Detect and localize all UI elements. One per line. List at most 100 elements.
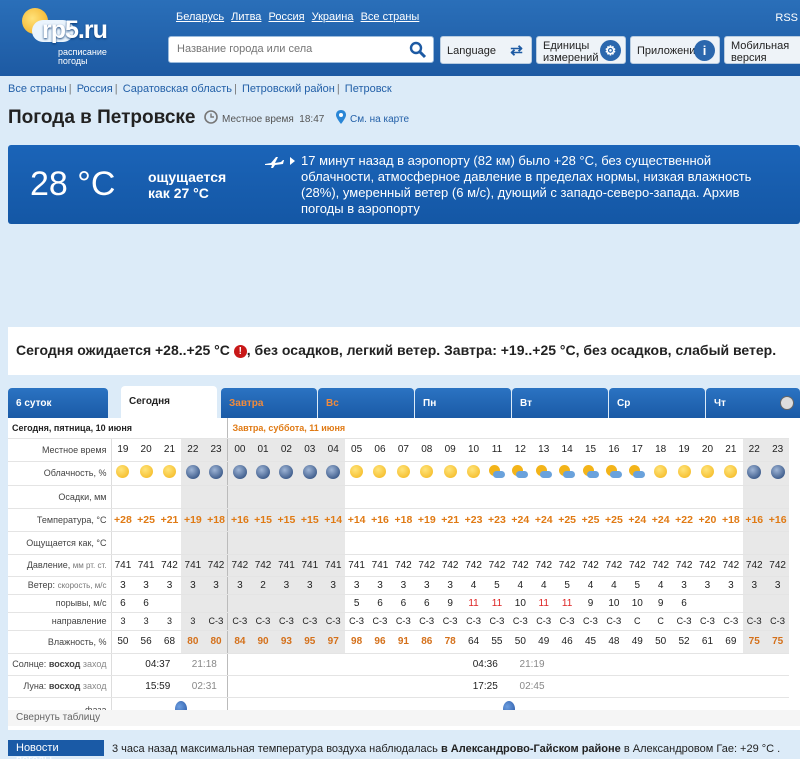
- humidity-cell: 90: [251, 630, 275, 654]
- humidity-cell: 68: [157, 630, 182, 654]
- search-icon[interactable]: [409, 41, 427, 59]
- language-button[interactable]: Language ⇄: [440, 36, 532, 64]
- humidity-cell: 75: [742, 630, 766, 654]
- breadcrumb-district[interactable]: Петровский район: [242, 83, 335, 95]
- precip-cell: [508, 485, 533, 509]
- airport-report[interactable]: 17 минут назад в аэропорту (82 км) было …: [301, 153, 771, 217]
- tab-sunday[interactable]: Вс: [318, 388, 414, 418]
- cloud-cell[interactable]: [765, 461, 790, 486]
- hour-cell: 16: [602, 438, 626, 462]
- tab-thursday[interactable]: Чт: [706, 388, 800, 418]
- cloud-cell[interactable]: [344, 461, 369, 486]
- wind-speed-cell: 5: [555, 576, 579, 595]
- weather-news-label[interactable]: Новости погоды: [8, 740, 104, 759]
- more-days-icon[interactable]: [780, 396, 794, 410]
- pressure-cell: 742: [251, 554, 275, 577]
- humidity-cell: 80: [204, 630, 228, 654]
- pressure-cell: 742: [555, 554, 579, 577]
- mobile-button[interactable]: Мобильная версия: [724, 36, 800, 64]
- apps-button[interactable]: Приложения i: [630, 36, 720, 64]
- breadcrumb-city[interactable]: Петровск: [345, 83, 392, 95]
- cloud-cell[interactable]: [415, 461, 439, 486]
- wind-direction-cell: С-З: [695, 612, 720, 631]
- cloud-cell[interactable]: [648, 461, 673, 486]
- cloud-cell[interactable]: [274, 461, 299, 486]
- cloud-cell[interactable]: [719, 461, 743, 486]
- cloud-cell[interactable]: [695, 461, 720, 486]
- precip-cell: [461, 485, 486, 509]
- cloud-cell[interactable]: [508, 461, 533, 486]
- country-link-belarus[interactable]: Беларусь: [176, 11, 224, 23]
- wind-direction-cell: С-З: [672, 612, 696, 631]
- feels-cell: [344, 531, 369, 555]
- news-region-link[interactable]: в Александрово-Гайском районе: [441, 743, 621, 755]
- map-pin-icon[interactable]: [336, 110, 346, 124]
- cloud-cell[interactable]: [368, 461, 392, 486]
- cloud-cell[interactable]: [532, 461, 556, 486]
- astro-empty: [555, 653, 790, 676]
- units-button[interactable]: Единицы измерений ⚙: [536, 36, 626, 64]
- country-link-lithuania[interactable]: Литва: [231, 11, 261, 23]
- feels-cell: [321, 531, 345, 555]
- forecast-table: Сегодня, пятница, 10 июня Завтра, суббота…: [8, 418, 800, 730]
- clear-night-icon: [302, 464, 317, 479]
- sunrise-today: 04:37: [134, 653, 182, 676]
- tab-monday[interactable]: Пн: [415, 388, 511, 418]
- country-link-ukraine[interactable]: Украина: [312, 11, 354, 23]
- breadcrumb-all-countries[interactable]: Все страны: [8, 83, 67, 95]
- tab-today[interactable]: Сегодня: [121, 386, 217, 418]
- cloud-cell[interactable]: [111, 461, 135, 486]
- country-link-russia[interactable]: Россия: [268, 11, 304, 23]
- cloud-cell[interactable]: [157, 461, 182, 486]
- precip-cell: [368, 485, 392, 509]
- cloud-cell[interactable]: [298, 461, 322, 486]
- wind-speed-cell: 3: [742, 576, 766, 595]
- cloud-cell[interactable]: [672, 461, 696, 486]
- tab-wednesday[interactable]: Ср: [609, 388, 705, 418]
- map-link[interactable]: См. на карте: [350, 114, 409, 125]
- cloud-cell[interactable]: [485, 461, 509, 486]
- cloud-cell[interactable]: [321, 461, 345, 486]
- country-link-all[interactable]: Все страны: [361, 11, 420, 23]
- cloud-cell[interactable]: [742, 461, 766, 486]
- breadcrumb: Все страны | Россия | Саратовская область |…: [8, 83, 392, 95]
- wind-gust-cell: 5: [344, 594, 369, 613]
- temperature-cell: +16: [742, 508, 766, 532]
- breadcrumb-russia[interactable]: Россия: [77, 83, 113, 95]
- feels-cell: [157, 531, 182, 555]
- cloud-cell[interactable]: [204, 461, 228, 486]
- wind-direction-row: направление 3 3 3 3 С-З С-З С-З С-З С-З С-З С-З С-З С…: [8, 612, 790, 631]
- tab-tomorrow[interactable]: Завтра: [221, 388, 317, 418]
- warning-icon[interactable]: !: [233, 345, 247, 358]
- cloud-cell[interactable]: [134, 461, 158, 486]
- cloud-cell[interactable]: [251, 461, 275, 486]
- tab-6-days[interactable]: 6 суток: [8, 388, 108, 418]
- clear-night-icon: [185, 464, 200, 479]
- cloud-cell[interactable]: [227, 461, 252, 486]
- cloud-cell[interactable]: [602, 461, 626, 486]
- rss-link[interactable]: RSS: [775, 12, 798, 24]
- logo[interactable]: rp5.ru расписание погоды: [18, 4, 118, 66]
- row-label-text: заход: [82, 681, 107, 691]
- collapse-table-button[interactable]: Свернуть таблицу: [8, 710, 800, 726]
- cloud-cell[interactable]: [391, 461, 416, 486]
- clear-sun-icon: [139, 465, 153, 478]
- hour-cell: 11: [485, 438, 509, 462]
- cloud-cell[interactable]: [625, 461, 649, 486]
- pressure-cell: 742: [508, 554, 533, 577]
- cloud-cell[interactable]: [438, 461, 462, 486]
- feels-cell: [719, 531, 743, 555]
- wind-gust-cell: [274, 594, 299, 613]
- cloud-cell[interactable]: [461, 461, 486, 486]
- cloud-cell[interactable]: [555, 461, 579, 486]
- clear-night-icon: [209, 464, 223, 479]
- breadcrumb-region[interactable]: Саратовская область: [123, 83, 232, 95]
- row-label-direction: направление: [8, 612, 112, 631]
- cloud-cell[interactable]: [578, 461, 603, 486]
- cloud-cell[interactable]: [181, 461, 205, 486]
- pressure-cell: 742: [719, 554, 743, 577]
- temperature-cell: +16: [368, 508, 392, 532]
- tab-tuesday[interactable]: Вт: [512, 388, 608, 418]
- search-box: [168, 36, 434, 63]
- search-input[interactable]: [177, 37, 407, 61]
